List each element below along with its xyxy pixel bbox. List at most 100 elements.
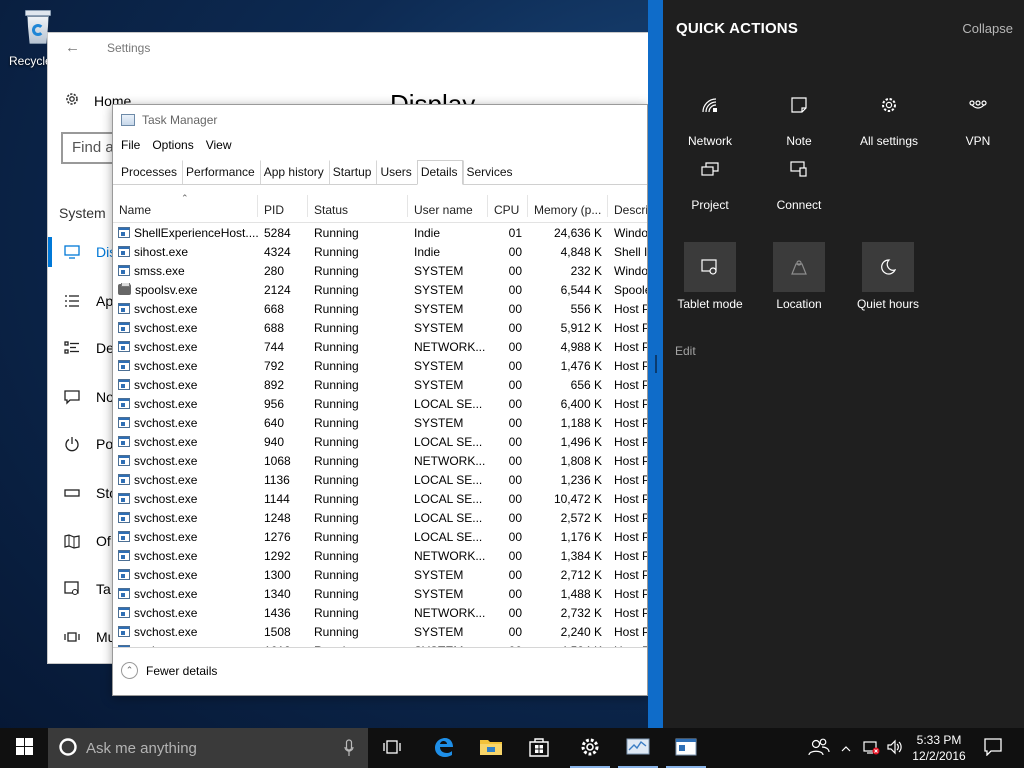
microphone-icon[interactable] — [344, 739, 354, 760]
tab-app-history[interactable]: App history — [259, 160, 329, 184]
quick-action-all-settings[interactable]: All settings — [844, 80, 934, 148]
taskbar-file-explorer-button[interactable] — [467, 728, 515, 768]
table-row[interactable]: svchost.exe 1292 Running NETWORK... 00 1,384 … — [113, 546, 647, 565]
column-header-description[interactable]: Descrip — [608, 195, 647, 217]
quick-action-quiet-hours[interactable]: Quiet hours — [843, 242, 933, 311]
process-name: svchost.exe — [134, 548, 198, 563]
table-row[interactable]: svchost.exe 956 Running LOCAL SE... 00 6,400 … — [113, 394, 647, 413]
tab-users[interactable]: Users — [376, 160, 416, 184]
process-name: svchost.exe — [134, 415, 198, 430]
cell-pid: 1136 — [264, 472, 290, 487]
taskbar-task-manager-button[interactable] — [614, 728, 662, 768]
nav-item-multitasking[interactable]: Mu — [48, 622, 118, 652]
action-center-button[interactable] — [978, 728, 1008, 768]
tab-performance[interactable]: Performance — [182, 160, 260, 184]
edit-quick-actions-link[interactable]: Edit — [675, 344, 696, 358]
cell-status: Running — [308, 644, 408, 648]
cell-user-name: SYSTEM — [414, 624, 464, 639]
table-row[interactable]: svchost.exe 792 Running SYSTEM 00 1,476 K Host… — [113, 356, 647, 375]
column-header-memory[interactable]: Memory (p... — [528, 195, 608, 217]
quick-action-vpn[interactable]: VPN — [933, 80, 1023, 148]
show-hidden-icons-button[interactable] — [838, 728, 854, 768]
quick-action-note[interactable]: Note — [754, 80, 844, 148]
nav-item-default-apps[interactable]: De — [48, 333, 118, 363]
table-row[interactable]: svchost.exe 892 Running SYSTEM 00 656 K Host P — [113, 375, 647, 394]
cell-memory: 10,472 K — [553, 491, 602, 506]
nav-item-notifications[interactable]: No — [48, 382, 118, 412]
cell-description: Host P — [614, 358, 647, 373]
table-row[interactable]: svchost.exe 1144 Running LOCAL SE... 00 10,47… — [113, 489, 647, 508]
tab-details[interactable]: Details — [416, 160, 463, 185]
quick-action-network[interactable]: Network — [665, 80, 755, 148]
quick-action-label: Quiet hours — [856, 297, 920, 311]
nav-item-storage[interactable]: Sto — [48, 478, 118, 508]
quick-action-project[interactable]: Project — [665, 144, 755, 212]
table-row[interactable]: sihost.exe 4324 Running Indie 00 4,848 K Shell… — [113, 242, 647, 261]
cell-description: Host P — [614, 472, 647, 487]
nav-item-offline-maps[interactable]: Of — [48, 526, 118, 556]
table-row[interactable]: svchost.exe 1068 Running NETWORK... 00 1,808 … — [113, 451, 647, 470]
cell-cpu: 00 — [508, 282, 522, 297]
cell-name: svchost.exe — [113, 397, 258, 411]
cell-cpu: 01 — [508, 225, 522, 240]
back-arrow-icon[interactable]: ← — [65, 39, 80, 56]
column-header-pid[interactable]: PID — [258, 195, 308, 217]
start-button[interactable] — [0, 728, 48, 768]
table-row[interactable]: svchost.exe 1436 Running NETWORK... 00 2,732 … — [113, 603, 647, 622]
table-row[interactable]: svchost.exe 640 Running SYSTEM 00 1,188 K Host… — [113, 413, 647, 432]
table-row[interactable]: svchost.exe 668 Running SYSTEM 00 556 K Host P — [113, 299, 647, 318]
network-tray-button[interactable] — [860, 728, 882, 768]
cell-name: svchost.exe — [113, 606, 258, 620]
nav-item-display[interactable]: Dis — [48, 237, 118, 267]
tab-processes[interactable]: Processes — [117, 160, 182, 184]
fewer-details-toggle[interactable]: ⌃ Fewer details — [121, 662, 217, 679]
table-row[interactable]: svchost.exe 1612RunningSYSTEM004,524 KHos… — [113, 641, 647, 648]
cell-name: svchost.exe — [113, 435, 258, 449]
taskbar-app-button[interactable] — [662, 728, 710, 768]
column-header-user-name[interactable]: User name — [408, 195, 488, 217]
table-row[interactable]: svchost.exe 1340 Running SYSTEM 00 1,488 K Hos… — [113, 584, 647, 603]
table-row[interactable]: svchost.exe 1248 Running LOCAL SE... 00 2,572… — [113, 508, 647, 527]
menu-options[interactable]: Options — [152, 138, 193, 152]
table-row[interactable]: svchost.exe 688 Running SYSTEM 00 5,912 K Host… — [113, 318, 647, 337]
quick-action-location[interactable]: Location — [754, 242, 844, 311]
menu-file[interactable]: File — [121, 138, 140, 152]
task-view-button[interactable] — [368, 728, 416, 768]
table-row[interactable]: ShellExperienceHost.... 5284 Running Indie 0… — [113, 223, 647, 242]
table-row[interactable]: svchost.exe 1508 Running SYSTEM 00 2,240 K Hos… — [113, 622, 647, 641]
nav-item-power[interactable]: Po — [48, 429, 118, 459]
taskbar-store-button[interactable] — [515, 728, 563, 768]
table-row[interactable]: svchost.exe 1276 Running LOCAL SE... 00 1,176… — [113, 527, 647, 546]
action-center-panel: QUICK ACTIONS Collapse Network Note All … — [663, 0, 1024, 728]
cortana-search-box[interactable]: Ask me anything — [48, 728, 368, 768]
cell-name: ShellExperienceHost.... — [113, 226, 258, 240]
table-row[interactable]: svchost.exe 744 Running NETWORK... 00 4,988 K… — [113, 337, 647, 356]
process-name: ShellExperienceHost.... — [134, 225, 258, 240]
cell-description: Host P — [614, 605, 647, 620]
table-row[interactable]: smss.exe 280 Running SYSTEM 00 232 K Windo — [113, 261, 647, 280]
taskbar-settings-button[interactable] — [566, 728, 614, 768]
table-row[interactable]: spoolsv.exe 2124 Running SYSTEM 00 6,544 K Spo… — [113, 280, 647, 299]
taskbar-clock[interactable]: 5:33 PM 12/2/2016 — [906, 732, 972, 764]
tab-startup[interactable]: Startup — [328, 160, 377, 184]
collapse-button[interactable]: Collapse — [962, 21, 1013, 36]
column-header-status[interactable]: Status — [308, 195, 408, 217]
resize-grip[interactable] — [655, 355, 657, 373]
table-row[interactable]: svchost.exe 1300 Running SYSTEM 00 2,712 K Hos… — [113, 565, 647, 584]
column-header-cpu[interactable]: CPU — [488, 195, 528, 217]
quick-action-tablet-mode[interactable]: Tablet mode — [665, 242, 755, 311]
cell-name: svchost.exe — [113, 530, 258, 544]
task-manager-app-icon — [121, 114, 135, 126]
people-button[interactable] — [806, 728, 832, 768]
nav-item-apps[interactable]: Ap — [48, 286, 118, 316]
nav-item-tablet-mode[interactable]: Ta — [48, 574, 118, 604]
volume-button[interactable] — [884, 728, 906, 768]
quick-action-connect[interactable]: Connect — [754, 144, 844, 212]
table-row[interactable]: svchost.exe 940 Running LOCAL SE... 00 1,496 … — [113, 432, 647, 451]
cell-description: Host P — [614, 529, 647, 544]
cell-cpu: 00 — [508, 244, 522, 259]
taskbar-edge-button[interactable] — [419, 728, 467, 768]
menu-view[interactable]: View — [206, 138, 232, 152]
table-row[interactable]: svchost.exe 1136 Running LOCAL SE... 00 1,236… — [113, 470, 647, 489]
tab-services[interactable]: Services — [462, 160, 518, 184]
